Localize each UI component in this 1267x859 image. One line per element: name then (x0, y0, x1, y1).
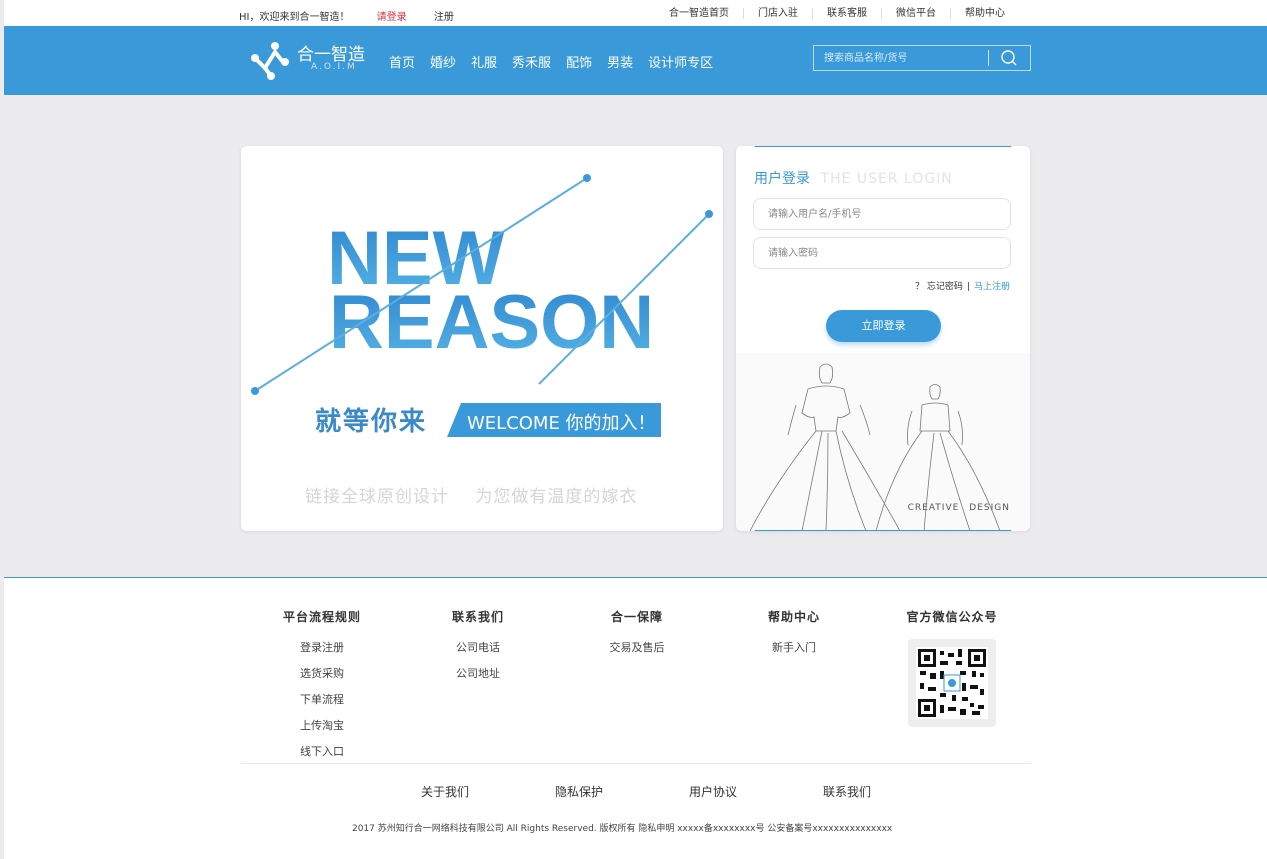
main-nav: 首页 婚纱 礼服 秀禾服 配饰 男装 设计师专区 (389, 52, 728, 71)
login-link[interactable]: 请登录 (377, 12, 407, 23)
footer-col-wechat: 官方微信公众号 (902, 608, 1002, 727)
banner-graphic: NEW REASON (251, 174, 713, 395)
nav-menswear[interactable]: 男装 (607, 52, 633, 71)
greeting-text: HI，欢迎来到合一智造！ (239, 12, 350, 23)
login-top-accent (754, 146, 1012, 147)
top-bar-left: HI，欢迎来到合一智造！ 请登录 注册 (239, 8, 478, 23)
top-bar-links: 合一智造首页 门店入驻 联系客服 微信平台 帮助中心 (655, 8, 1019, 19)
footer-link-upload-taobao[interactable]: 上传淘宝 (282, 717, 362, 733)
search-divider (988, 50, 989, 66)
footer-bottom-links: 关于我们 隐私保护 用户协议 联系我们 (421, 783, 957, 800)
footer-col-title: 联系我们 (451, 610, 504, 624)
banner-tagline: 链接全球原创设计 为您做有温度的嫁衣 (305, 482, 657, 507)
nav-wedding-dress[interactable]: 婚纱 (430, 52, 456, 71)
login-title-cn: 用户登录 (754, 171, 810, 187)
promo-banner: NEW REASON 就等你来 WELCOME 你的加入！ 链接全球原创设计 为… (241, 146, 723, 531)
headline-reason: REASON (329, 280, 654, 365)
link-separator: | (966, 282, 970, 292)
footer-about-link[interactable]: 关于我们 (421, 783, 469, 800)
wechat-qr-code (908, 639, 996, 727)
login-title: 用户登录 THE USER LOGIN (754, 168, 953, 188)
nav-accessories[interactable]: 配饰 (566, 52, 592, 71)
tagline-2: 为您做有温度的嫁衣 (475, 487, 638, 507)
login-button[interactable]: 立即登录 (826, 310, 941, 342)
top-link-home[interactable]: 合一智造首页 (655, 8, 743, 19)
creative-design-caption: CREATIVE DESIGN (898, 503, 1010, 513)
footer-col-title: 官方微信公众号 (906, 610, 998, 624)
login-bottom-accent (754, 530, 1012, 531)
footer-divider (241, 763, 1031, 764)
footer-col-title: 合一保障 (610, 610, 663, 624)
design-label: DESIGN (969, 503, 1010, 513)
top-link-wechat[interactable]: 微信平台 (881, 8, 950, 19)
footer-contact-link[interactable]: 联系我们 (823, 783, 871, 800)
header: 合一智造 A.O.I.M 首页 婚纱 礼服 秀禾服 配饰 男装 设计师专区 (4, 26, 1267, 95)
copyright-text: 2017 苏州知行合一网络科技有限公司 All Rights Reserved.… (352, 824, 893, 834)
password-field[interactable] (753, 237, 1011, 269)
search-box (813, 45, 1031, 71)
footer-link-phone[interactable]: 公司电话 (448, 639, 508, 655)
top-bar: HI，欢迎来到合一智造！ 请登录 注册 合一智造首页 门店入驻 联系客服 微信平… (4, 0, 1267, 26)
top-link-help[interactable]: 帮助中心 (950, 8, 1019, 19)
creative-label: CREATIVE (907, 503, 960, 513)
footer: 平台流程规则 登录注册 选货采购 下单流程 上传淘宝 线下入口 联系我们 公司电… (4, 577, 1267, 859)
top-link-support[interactable]: 联系客服 (812, 8, 881, 19)
footer-col-guarantee: 合一保障 交易及售后 (602, 608, 672, 665)
footer-col-rules: 平台流程规则 登录注册 选货采购 下单流程 上传淘宝 线下入口 (282, 608, 362, 769)
login-panel: 用户登录 THE USER LOGIN ？ 忘记密码| 马上注册 立即登录 CRE… (736, 146, 1030, 531)
footer-link-login-register[interactable]: 登录注册 (282, 639, 362, 655)
footer-agreement-link[interactable]: 用户协议 (689, 783, 737, 800)
register-now-link[interactable]: 马上注册 (974, 282, 1010, 292)
banner-slogan: 就等你来 (315, 407, 428, 437)
top-link-store-join[interactable]: 门店入驻 (743, 8, 812, 19)
search-icon[interactable] (998, 49, 1020, 67)
username-field[interactable] (753, 198, 1011, 230)
footer-col-title: 帮助中心 (767, 610, 820, 624)
logo-icon (251, 42, 289, 80)
footer-col-help: 帮助中心 新手入门 (764, 608, 824, 665)
welcome-text: WELCOME 你的加入！ (467, 413, 656, 434)
forgot-password-link[interactable]: ？ 忘记密码 (915, 282, 963, 292)
footer-link-beginner[interactable]: 新手入门 (764, 639, 824, 655)
logo[interactable]: 合一智造 A.O.I.M (249, 38, 379, 82)
register-link[interactable]: 注册 (434, 12, 454, 23)
tagline-1: 链接全球原创设计 (305, 487, 449, 507)
login-title-en: THE USER LOGIN (820, 171, 953, 187)
nav-gown[interactable]: 礼服 (471, 52, 497, 71)
footer-link-after-sales[interactable]: 交易及售后 (602, 639, 672, 655)
logo-subtitle: A.O.I.M (311, 62, 357, 72)
dress-sketch-image: CREATIVE DESIGN (736, 353, 1030, 531)
login-helper-links: ？ 忘记密码 | 马上注册 (915, 279, 1010, 292)
footer-col-contact: 联系我们 公司电话 公司地址 (448, 608, 508, 691)
footer-col-title: 平台流程规则 (282, 610, 361, 624)
footer-link-offline-entry[interactable]: 线下入口 (282, 743, 362, 759)
nav-home[interactable]: 首页 (389, 52, 415, 71)
search-input[interactable] (814, 46, 988, 70)
footer-privacy-link[interactable]: 隐私保护 (555, 783, 603, 800)
qr-code-icon (916, 647, 988, 719)
footer-link-address[interactable]: 公司地址 (448, 665, 508, 681)
nav-designer-zone[interactable]: 设计师专区 (648, 52, 713, 71)
nav-xiuhe[interactable]: 秀禾服 (512, 52, 551, 71)
footer-link-order-process[interactable]: 下单流程 (282, 691, 362, 707)
footer-link-purchasing[interactable]: 选货采购 (282, 665, 362, 681)
